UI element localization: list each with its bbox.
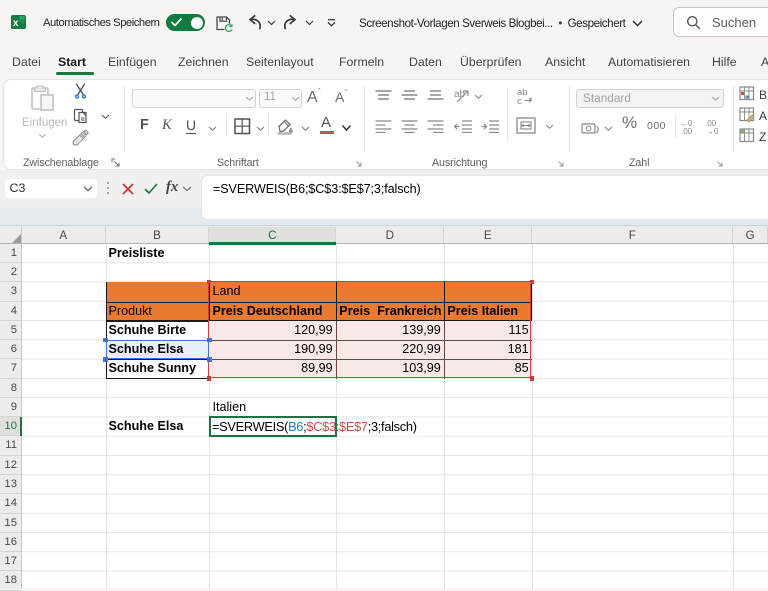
svg-text:.00: .00 bbox=[681, 127, 693, 135]
svg-text:c: c bbox=[517, 96, 522, 106]
svg-text:→0: →0 bbox=[706, 127, 719, 135]
svg-text:x: x bbox=[13, 18, 19, 29]
